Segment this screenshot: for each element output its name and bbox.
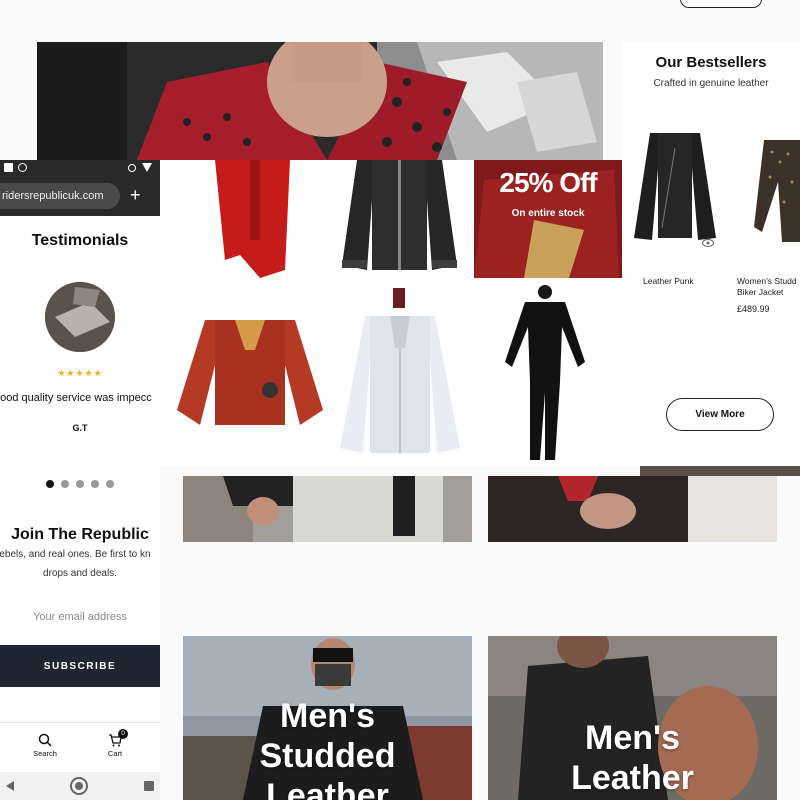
cart-icon: 0	[90, 729, 140, 747]
product-image-red-biker-jacket[interactable]	[175, 310, 325, 430]
category-title-line3: Leather	[266, 777, 389, 800]
url-field[interactable]: ridersrepublicuk.com	[0, 183, 120, 209]
testimonial-author: G.T	[72, 423, 88, 433]
rating-stars: ★★★★★	[57, 368, 103, 378]
carousel-dot[interactable]	[76, 480, 84, 488]
mobile-screenshot-overlay: ridersrepublicuk.com + Testimonials ★★★★…	[0, 160, 160, 800]
bestsellers-subtitle: Crafted in genuine leather	[653, 78, 769, 89]
bestsellers-section: Our Bestsellers Crafted in genuine leath…	[622, 42, 800, 466]
testimonials-title: Testimonials	[31, 232, 129, 249]
category-title-line2: Studded	[259, 737, 396, 775]
product-name[interactable]: Women's Studd Biker Jacket	[737, 276, 800, 298]
wifi-icon	[142, 163, 152, 172]
newsletter-title: Join The Republic	[11, 526, 149, 543]
nav-search[interactable]: Search	[20, 733, 70, 758]
lifestyle-banner-left[interactable]	[183, 476, 472, 542]
mute-icon	[128, 164, 136, 172]
status-bar	[0, 160, 160, 176]
newsletter-subtitle: rebels, and real ones. Be first to kn	[0, 549, 151, 560]
nav-label: Cart	[107, 749, 123, 758]
recents-icon[interactable]	[144, 781, 154, 791]
category-title-line1: Men's	[585, 719, 680, 757]
avatar	[45, 282, 115, 352]
category-title-line2: Leather	[571, 759, 694, 797]
carousel-dot[interactable]	[61, 480, 69, 488]
product-image-red-jacket[interactable]	[205, 160, 300, 278]
back-icon[interactable]	[6, 781, 14, 791]
carousel-dot[interactable]	[91, 480, 99, 488]
carousel-dots	[46, 480, 114, 488]
product-image-white-jacket[interactable]	[335, 288, 465, 458]
bestsellers-title: Our Bestsellers	[655, 54, 767, 71]
bottom-nav: Search 0 Cart	[0, 722, 160, 772]
category-mens-studded-leather[interactable]: Men's Studded Leather	[183, 636, 472, 800]
newsletter-subtitle-line2: drops and deals.	[43, 568, 117, 579]
new-tab-plus-icon[interactable]: +	[130, 185, 141, 205]
promo-tile[interactable]: 25% Off On entire stock	[474, 160, 622, 278]
product-image-black-shearling-jacket[interactable]	[332, 160, 467, 272]
subscribe-button[interactable]: SUBSCRIBE	[0, 645, 160, 687]
promo-big-text: 25% Off	[499, 167, 597, 198]
browser-url-bar: ridersrepublicuk.com +	[0, 176, 160, 216]
category-mens-leather[interactable]: Men's Leather	[488, 636, 777, 800]
facebook-icon	[4, 163, 13, 172]
product-image-leather-punk[interactable]	[632, 128, 718, 243]
decorative-strip	[640, 466, 800, 476]
search-icon	[20, 733, 70, 747]
hero-banner-image	[37, 42, 603, 160]
promo-sub-text: On entire stock	[511, 208, 585, 219]
lifestyle-banner-right[interactable]	[488, 476, 777, 542]
header-button[interactable]	[680, 0, 762, 8]
eye-icon[interactable]	[702, 239, 714, 250]
testimonial-quote: good quality service was impecc	[0, 392, 152, 404]
android-nav-bar	[0, 772, 160, 800]
whatsapp-icon	[18, 163, 27, 172]
category-title-line1: Men's	[280, 697, 375, 735]
product-name[interactable]: Leather Punk	[643, 276, 723, 287]
nav-cart[interactable]: 0 Cart	[90, 729, 140, 758]
email-field[interactable]	[0, 600, 160, 634]
nav-label: Search	[33, 749, 57, 758]
product-image-black-catsuit[interactable]	[500, 282, 590, 462]
product-price: £489.99	[737, 304, 770, 314]
product-collage: 25% Off On entire stock	[160, 160, 622, 466]
product-image-womens-studded-biker-jacket[interactable]	[752, 132, 800, 242]
carousel-dot[interactable]	[46, 480, 54, 488]
view-more-button[interactable]: View More	[666, 398, 774, 431]
home-icon[interactable]	[70, 777, 88, 795]
carousel-dot[interactable]	[106, 480, 114, 488]
cart-badge: 0	[118, 729, 128, 739]
